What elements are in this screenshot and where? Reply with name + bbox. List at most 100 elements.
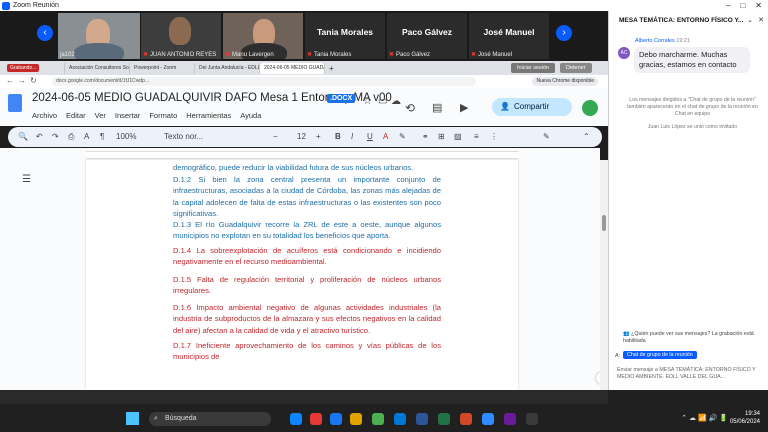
browser-tab-active[interactable]: 2024-06-05 MEDIO GUADALQUIV... bbox=[260, 62, 325, 74]
paragraph-d16[interactable]: D.1.6 Impacto ambiental negativo de algu… bbox=[173, 302, 441, 336]
zoom-start-button[interactable]: Iniciar sesión bbox=[511, 63, 556, 73]
zoom-stop-button[interactable]: Detener bbox=[560, 63, 592, 73]
reload-icon[interactable]: ↻ bbox=[30, 76, 37, 85]
opera-icon[interactable] bbox=[310, 413, 322, 425]
paragraph-d12[interactable]: D.1.2 Si bien la zona central presenta u… bbox=[173, 174, 441, 220]
history-icon[interactable]: ⟲ bbox=[405, 101, 415, 115]
participant-name: Manu Lavergen bbox=[232, 52, 274, 58]
redo-icon[interactable]: ↷ bbox=[52, 132, 59, 141]
paint-format-icon[interactable]: ¶ bbox=[100, 132, 104, 141]
highlight-icon[interactable]: ✎ bbox=[399, 132, 406, 141]
menu-herramientas[interactable]: Herramientas bbox=[186, 111, 231, 120]
system-tray[interactable]: ⌃ ☁ 📶 🔊 🔋 bbox=[681, 414, 728, 422]
facebook-icon[interactable] bbox=[330, 413, 342, 425]
menu-archivo[interactable]: Archivo bbox=[32, 111, 57, 120]
font-size-increase-icon[interactable]: + bbox=[316, 132, 321, 141]
back-icon[interactable]: ← bbox=[6, 76, 14, 85]
star-icon[interactable]: ☆ bbox=[363, 96, 372, 107]
excel-icon[interactable] bbox=[438, 413, 450, 425]
paragraph-d13[interactable]: D.1.3 El río Guadalquivir recorre la ZRL… bbox=[173, 219, 441, 242]
paragraph-d14[interactable]: D.1.4 La sobreexplotación de acuíferos e… bbox=[173, 245, 441, 268]
paragraph-d15[interactable]: D.1.5 Falta de regulación territorial y … bbox=[173, 274, 441, 297]
word-icon[interactable] bbox=[416, 413, 428, 425]
windows-start-icon[interactable] bbox=[126, 412, 139, 425]
browser-tab[interactable]: Dei Junta Andalucía - EDLL 23-2... bbox=[195, 62, 260, 74]
update-chrome-pill[interactable]: Nueva Chrome disponible bbox=[532, 77, 598, 86]
taskbar-search[interactable]: ⌕ Búsqueda bbox=[149, 412, 271, 426]
paragraph-d17[interactable]: D.1.7 Ineficiente aprovechamiento de los… bbox=[173, 340, 441, 363]
menu-editar[interactable]: Editar bbox=[66, 111, 86, 120]
share-button[interactable]: 👤 Compartir bbox=[492, 98, 572, 116]
menu-ver[interactable]: Ver bbox=[95, 111, 106, 120]
chat-message-input[interactable]: Enviar mensaje a MESA TEMÁTICA: ENTORNO … bbox=[617, 367, 757, 381]
align-icon[interactable]: ≡ bbox=[474, 132, 479, 141]
zoom-meeting-controls bbox=[0, 390, 608, 404]
outlook-icon[interactable] bbox=[394, 413, 406, 425]
folder-icon[interactable] bbox=[350, 413, 362, 425]
meet-icon[interactable]: ▶ bbox=[460, 101, 468, 114]
document-scrollbar[interactable] bbox=[600, 160, 608, 390]
participant-tile[interactable]: Tania Morales ✖ Tania Morales bbox=[305, 13, 385, 59]
editing-mode-icon[interactable]: ✎ bbox=[543, 132, 550, 141]
text-color-icon[interactable]: A bbox=[383, 132, 388, 141]
spellcheck-icon[interactable]: A bbox=[84, 132, 89, 141]
participant-tile[interactable]: ✖ Manu Lavergen bbox=[223, 13, 303, 59]
app-icon[interactable] bbox=[504, 413, 516, 425]
url-field[interactable]: docs.google.com/document/d/1fJ1Cwdp... bbox=[52, 77, 476, 86]
taskbar-clock[interactable]: 19:34 05/06/2024 bbox=[730, 410, 760, 426]
avatar[interactable] bbox=[582, 100, 598, 116]
participant-tile[interactable]: ja102 bbox=[58, 13, 140, 59]
maximize-icon[interactable]: □ bbox=[740, 1, 745, 10]
powerpoint-icon[interactable] bbox=[460, 413, 472, 425]
gallery-prev-button[interactable]: ‹ bbox=[37, 25, 53, 41]
browser-tab[interactable]: Grabando... bbox=[0, 62, 65, 74]
document-page[interactable]: demográfico, puede reducir la viabilidad… bbox=[86, 160, 518, 390]
font-size-field[interactable]: 12 bbox=[297, 132, 306, 141]
browser-tab[interactable]: Powerpoint - Zoom bbox=[130, 62, 195, 74]
link-icon[interactable]: ⚭ bbox=[422, 132, 429, 141]
collapse-toolbar-icon[interactable]: ⌃ bbox=[583, 132, 590, 141]
participant-tile[interactable]: ✖ JUAN ANTONIO REYES bbox=[141, 13, 221, 59]
close-icon[interactable]: ✕ bbox=[755, 1, 762, 10]
gallery-next-button[interactable]: › bbox=[556, 25, 572, 41]
italic-icon[interactable]: I bbox=[351, 132, 353, 141]
app-icon[interactable] bbox=[526, 413, 538, 425]
zoom-select[interactable]: 100% bbox=[116, 132, 136, 141]
scrollbar-thumb[interactable] bbox=[602, 215, 606, 231]
edge-icon[interactable] bbox=[290, 413, 302, 425]
participant-tile[interactable]: Paco Gálvez ✖ Paco Gálvez bbox=[387, 13, 467, 59]
menu-formato[interactable]: Formato bbox=[149, 111, 177, 120]
chrome-icon[interactable] bbox=[372, 413, 384, 425]
recipient-select[interactable]: Chat de grupo de la reunión bbox=[623, 351, 697, 359]
docs-logo-icon[interactable] bbox=[8, 94, 22, 112]
chat-close-icon[interactable]: ✕ bbox=[758, 16, 764, 24]
move-folder-icon[interactable]: ▭ bbox=[378, 96, 387, 107]
chat-options-icon[interactable]: ⌄ bbox=[747, 16, 753, 24]
search-menus-icon[interactable]: 🔍 bbox=[18, 132, 28, 141]
visibility-notice: 👥 ¿Quién puede ver sus mensajes? La grab… bbox=[623, 331, 763, 345]
undo-icon[interactable]: ↶ bbox=[36, 132, 43, 141]
image-icon[interactable]: ▨ bbox=[454, 132, 462, 141]
font-size-decrease-icon[interactable]: − bbox=[273, 132, 278, 141]
participant-name: ja102 bbox=[60, 52, 75, 58]
bold-icon[interactable]: B bbox=[335, 132, 341, 141]
underline-icon[interactable]: U bbox=[367, 132, 373, 141]
zoom-taskbar-icon[interactable] bbox=[482, 413, 494, 425]
browser-tab[interactable]: Asociación Consultores Socia... bbox=[65, 62, 130, 74]
forward-icon[interactable]: → bbox=[18, 76, 26, 85]
participant-name: Paco Gálvez bbox=[396, 52, 431, 58]
comment-icon[interactable]: ▤ bbox=[432, 101, 442, 114]
menu-insertar[interactable]: Insertar bbox=[115, 111, 140, 120]
outline-icon[interactable]: ☰ bbox=[22, 174, 33, 185]
more-icon[interactable]: ⋮ bbox=[490, 132, 498, 141]
menu-ayuda[interactable]: Ayuda bbox=[240, 111, 261, 120]
minimize-icon[interactable]: – bbox=[726, 1, 730, 10]
add-comment-icon[interactable]: ⊞ bbox=[438, 132, 445, 141]
paragraph-intro[interactable]: demográfico, puede reducir la viabilidad… bbox=[173, 162, 441, 173]
people-icon: 👥 bbox=[623, 331, 630, 337]
print-icon[interactable]: ⎙ bbox=[68, 132, 74, 142]
ruler-track[interactable] bbox=[86, 151, 518, 159]
new-tab-icon[interactable]: + bbox=[325, 63, 343, 74]
style-select[interactable]: Texto nor... bbox=[164, 132, 203, 141]
participant-tile[interactable]: José Manuel ✖ José Manuel bbox=[469, 13, 549, 59]
